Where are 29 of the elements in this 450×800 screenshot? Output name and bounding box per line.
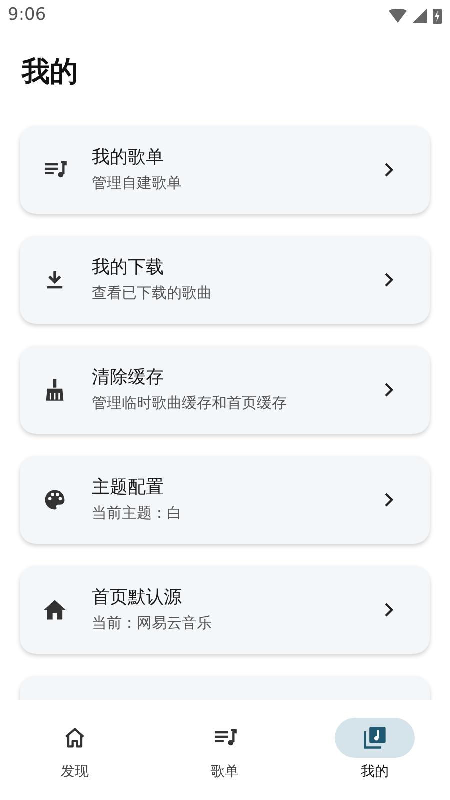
wifi-icon (389, 9, 407, 23)
nav-tab[interactable]: 发现 (0, 700, 150, 800)
item-title: 主题配置 (92, 476, 165, 500)
chevron-right-icon (384, 273, 394, 287)
battery-icon (433, 8, 442, 24)
settings-card[interactable]: 我的下载 查看已下载的歌曲 (20, 236, 430, 324)
nav-tab[interactable]: 我的 (300, 700, 450, 800)
chevron-right-icon (384, 163, 394, 177)
item-subtitle: 管理临时歌曲缓存和首页缓存 (92, 393, 288, 414)
item-title: 我的歌单 (92, 146, 165, 170)
item-subtitle: 管理自建歌单 (92, 173, 183, 194)
settings-card[interactable]: 清除缓存 管理临时歌曲缓存和首页缓存 (20, 346, 430, 434)
item-title: 首页默认源 (92, 586, 183, 610)
nav-tab[interactable]: 歌单 (150, 700, 300, 800)
item-subtitle: 当前主题：白 (92, 503, 183, 524)
chevron-right-icon (384, 603, 394, 617)
item-title: 我的下载 (92, 256, 165, 280)
item-title: 清除缓存 (92, 366, 165, 390)
status-time: 9:06 (8, 4, 46, 28)
music-library-icon (362, 725, 388, 751)
page-title: 我的 (22, 54, 79, 90)
item-subtitle: 当前：网易云音乐 (92, 613, 213, 634)
settings-card[interactable]: 主题配置 当前主题：白 (20, 456, 430, 544)
chevron-right-icon (384, 383, 394, 397)
signal-icon (413, 9, 427, 23)
chevron-right-icon (384, 493, 394, 507)
settings-card[interactable]: 我的歌单 管理自建歌单 (20, 126, 430, 214)
settings-card[interactable]: 首页默认源 当前：网易云音乐 (20, 566, 430, 654)
item-subtitle: 查看已下载的歌曲 (92, 283, 213, 304)
